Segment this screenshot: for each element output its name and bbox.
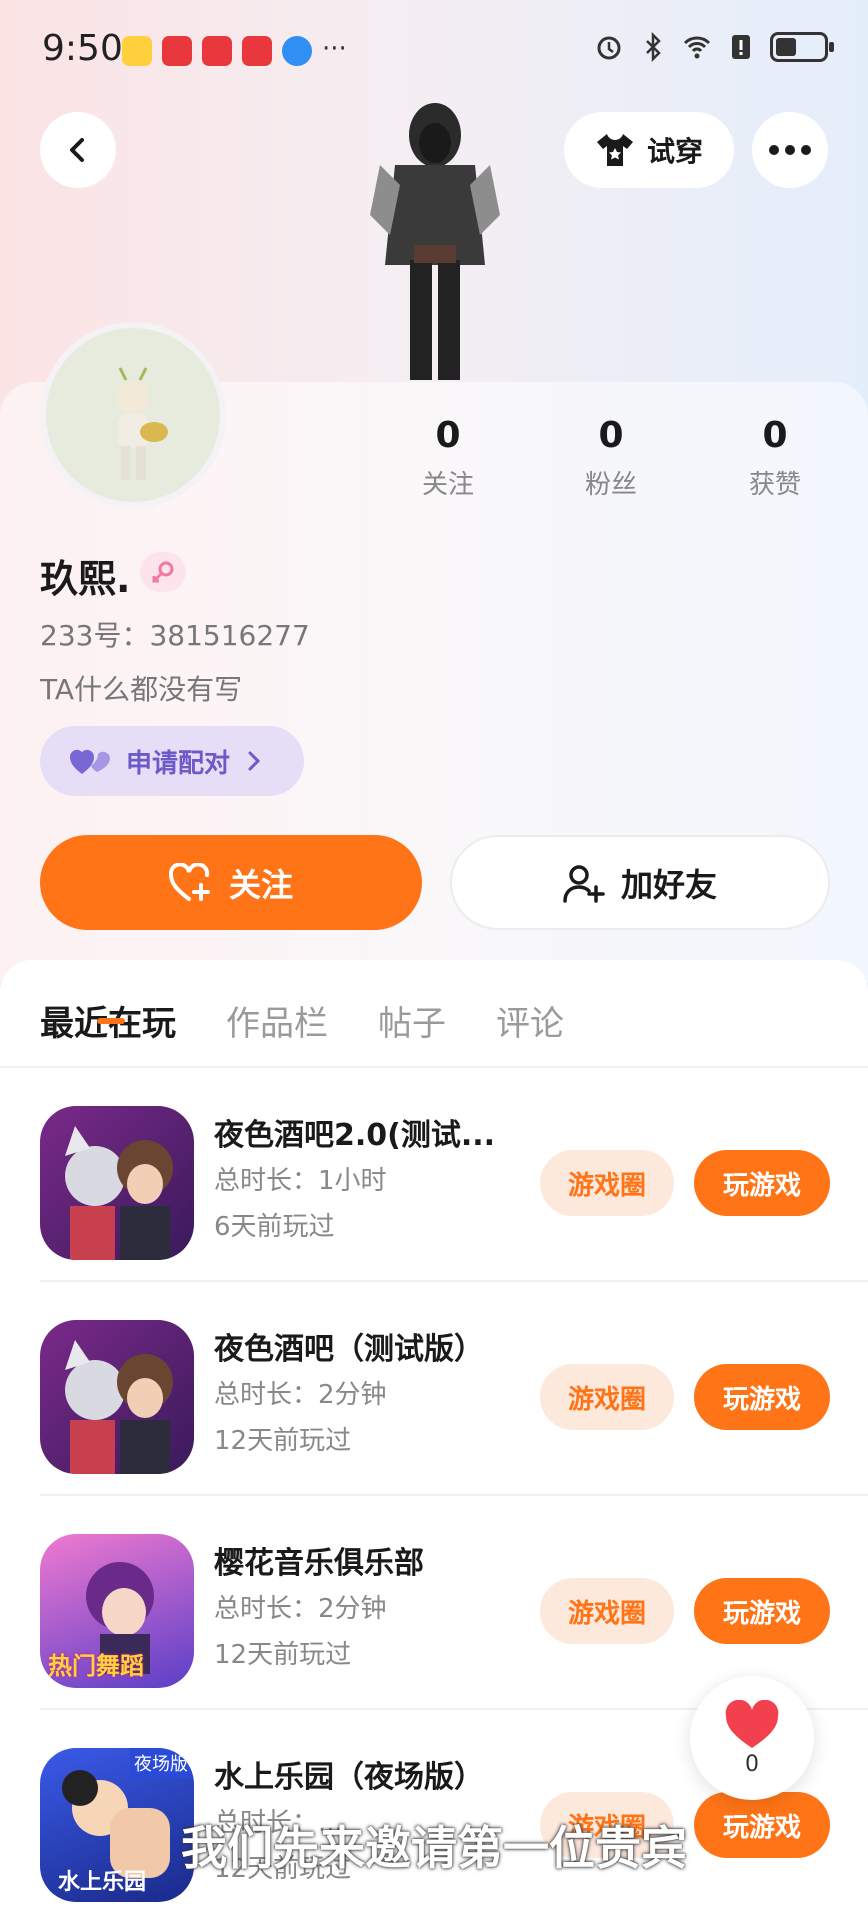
game-circle-button[interactable]: 游戏圈 [540, 1578, 674, 1644]
game-icon-badge: 夜场版 [130, 1748, 192, 1778]
follow-label: 关注 [228, 865, 293, 904]
outfit-icon [596, 134, 633, 166]
chevron-right-icon [248, 751, 261, 771]
apply-pair-button[interactable]: 申请配对 [40, 726, 304, 796]
game-artwork-icon [65, 1126, 173, 1260]
game-last-played: 12天前玩过 [214, 1640, 352, 1670]
apply-pair-label: 申请配对 [126, 748, 231, 779]
add-friend-icon [563, 864, 605, 903]
gender-badge [140, 552, 186, 592]
sim-alert-icon [732, 35, 750, 59]
huawei-app-icon [162, 36, 192, 66]
likes-count: 0 [762, 415, 788, 456]
following-label: 关注 [421, 470, 474, 500]
status-time: 9:50 [42, 28, 123, 69]
notification-icons: ··· [122, 36, 347, 66]
followers-label: 粉丝 [584, 470, 637, 500]
likes-label: 获赞 [748, 470, 801, 500]
play-game-button[interactable]: 玩游戏 [694, 1578, 830, 1644]
follow-button[interactable]: 关注 [40, 835, 422, 930]
game-name: 水上乐园（夜场版） [214, 1760, 484, 1795]
like-count: 0 [745, 1751, 759, 1777]
double-heart-icon [70, 749, 110, 774]
game-artwork-icon [65, 1340, 173, 1474]
likes-stat[interactable]: 0 获赞 [715, 415, 835, 501]
game-icon-caption: 热门舞蹈 [48, 1652, 144, 1680]
like-floating-button[interactable]: 0 [690, 1676, 814, 1800]
followers-count: 0 [598, 415, 624, 456]
weibo-icon [122, 36, 152, 66]
game-duration: 总时长：1小时 [214, 1166, 387, 1196]
game-duration: 总时长：2分钟 [214, 1594, 387, 1624]
play-game-button[interactable]: 玩游戏 [694, 1150, 830, 1216]
avatar-3d-figure [370, 103, 500, 380]
female-gender-icon [152, 561, 174, 583]
tab-comments[interactable]: 评论 [496, 996, 564, 1045]
try-on-button[interactable]: 试穿 [564, 112, 734, 188]
game-icon[interactable]: 热门舞蹈 [40, 1534, 194, 1688]
game-circle-button[interactable]: 游戏圈 [540, 1150, 674, 1216]
status-bar: 9:50 ··· [0, 0, 868, 100]
game-icon[interactable] [40, 1106, 194, 1260]
bio: TA什么都没有写 [40, 673, 243, 706]
active-tab-indicator [97, 1018, 125, 1024]
nickname: 玖熙. [40, 557, 131, 601]
tab-posts[interactable]: 帖子 [378, 996, 446, 1045]
xiaohongshu-icon [242, 36, 272, 66]
bluetooth-icon [646, 32, 661, 62]
video-subtitle: 我们先来邀请第一位贵宾 [181, 1821, 687, 1875]
play-game-button[interactable]: 玩游戏 [694, 1364, 830, 1430]
followers-stat[interactable]: 0 粉丝 [551, 415, 671, 501]
game-icon[interactable] [40, 1320, 194, 1474]
game-name: 夜色酒吧（测试版） [214, 1332, 484, 1367]
game-name: 樱花音乐俱乐部 [214, 1546, 424, 1581]
game-row[interactable]: 夜色酒吧（测试版） 总时长：2分钟 12天前玩过 游戏圈 玩游戏 [0, 1282, 868, 1496]
battery-icon [770, 32, 834, 62]
user-id: 233号：381516277 [40, 619, 310, 652]
browser-icon [282, 36, 312, 66]
chevron-left-icon [70, 138, 84, 162]
system-status-icons [594, 32, 834, 62]
avatar-figure [117, 367, 168, 480]
more-notifications-icon: ··· [322, 34, 347, 64]
game-duration: 总时长：2分钟 [214, 1380, 387, 1410]
more-options-button[interactable] [752, 112, 828, 188]
alarm-icon [597, 36, 621, 60]
game-row[interactable]: 夜色酒吧2.0(测试... 总时长：1小时 6天前玩过 游戏圈 玩游戏 [0, 1068, 868, 1282]
wifi-icon [683, 36, 711, 59]
try-on-label: 试穿 [646, 135, 703, 168]
game-last-played: 12天前玩过 [214, 1426, 352, 1456]
more-dots-icon [769, 145, 811, 155]
huawei-app-icon [202, 36, 232, 66]
back-button[interactable] [40, 112, 116, 188]
heart-plus-icon [168, 862, 210, 901]
game-last-played: 6天前玩过 [214, 1212, 335, 1242]
tab-works[interactable]: 作品栏 [226, 996, 328, 1045]
following-stat[interactable]: 0 关注 [388, 415, 508, 501]
heart-icon [725, 1699, 779, 1748]
game-circle-button[interactable]: 游戏圈 [540, 1364, 674, 1430]
game-name: 夜色酒吧2.0(测试... [214, 1118, 496, 1153]
add-friend-button[interactable]: 加好友 [450, 835, 830, 930]
add-friend-label: 加好友 [620, 865, 717, 904]
following-count: 0 [435, 415, 461, 456]
avatar[interactable] [40, 322, 226, 508]
